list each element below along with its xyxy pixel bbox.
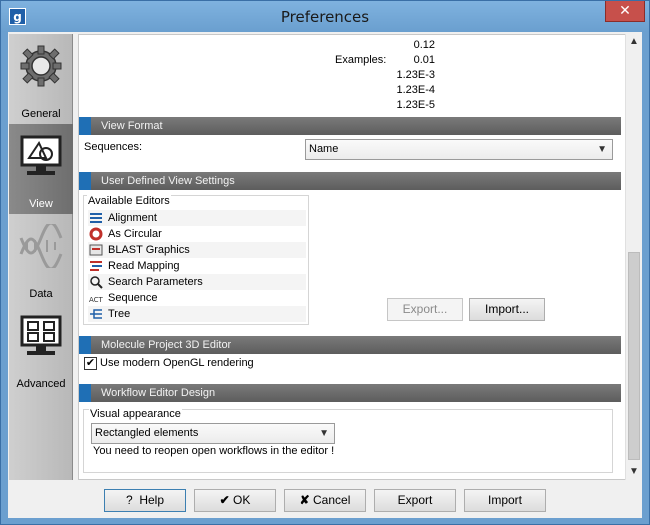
import-button[interactable]: Import bbox=[464, 489, 546, 512]
import-editor-button[interactable]: Import... bbox=[469, 298, 545, 321]
scroll-down-icon[interactable]: ▼ bbox=[626, 464, 642, 480]
circular-icon bbox=[89, 227, 103, 241]
export-button[interactable]: Export bbox=[374, 489, 456, 512]
vertical-scrollbar[interactable]: ▲ ▼ bbox=[625, 34, 642, 480]
opengl-label: Use modern OpenGL rendering bbox=[100, 357, 254, 369]
settings-panel: 0.12 Examples: 0.01 1.23E-3 1.23E-4 1.23… bbox=[78, 34, 626, 480]
section-header-user-defined: User Defined View Settings bbox=[79, 172, 621, 190]
chevron-down-icon: ▼ bbox=[597, 144, 607, 155]
checkmark-icon: ✔ bbox=[219, 493, 230, 507]
read-mapping-icon bbox=[90, 261, 102, 271]
cancel-button[interactable]: ✘ Cancel bbox=[284, 489, 366, 512]
sidebar-item-general[interactable]: General bbox=[9, 34, 73, 124]
list-item[interactable]: Read Mapping bbox=[88, 258, 306, 274]
sidebar-item-label: General bbox=[21, 108, 61, 120]
sequences-dropdown[interactable]: Name ▼ bbox=[305, 139, 613, 160]
workflow-note: You need to reopen open workflows in the… bbox=[93, 445, 335, 457]
help-icon: ? bbox=[125, 493, 133, 507]
ok-button[interactable]: ✔ OK bbox=[194, 489, 276, 512]
chevron-down-icon: ▼ bbox=[319, 428, 329, 439]
section-header-molecule: Molecule Project 3D Editor bbox=[79, 336, 621, 354]
list-item[interactable]: BLAST Graphics bbox=[88, 242, 306, 258]
category-sidebar: General View Data Advanced bbox=[9, 34, 73, 480]
section-header-workflow: Workflow Editor Design bbox=[79, 384, 621, 402]
scroll-up-icon[interactable]: ▲ bbox=[626, 34, 642, 50]
window-title: Preferences bbox=[280, 8, 370, 26]
alignment-icon bbox=[90, 213, 102, 223]
close-button[interactable]: ✕ bbox=[605, 1, 645, 22]
section-header-view-format: View Format bbox=[79, 117, 621, 135]
list-item[interactable]: Alignment bbox=[88, 210, 306, 226]
available-editors-label: Available Editors bbox=[87, 195, 171, 207]
example-number: 1.23E-4 bbox=[396, 84, 435, 96]
example-number: 0.12 bbox=[413, 39, 435, 51]
list-item[interactable]: Tree bbox=[88, 306, 306, 322]
search-icon bbox=[90, 276, 103, 289]
sidebar-item-label: Advanced bbox=[16, 378, 66, 390]
dna-icon bbox=[19, 224, 63, 268]
gear-icon bbox=[20, 45, 62, 87]
preferences-window: g Preferences ✕ General View Data Advanc… bbox=[0, 0, 650, 525]
cancel-icon: ✘ bbox=[299, 493, 310, 507]
sequences-label: Sequences: bbox=[84, 141, 143, 153]
sequence-icon: ACT bbox=[89, 296, 103, 304]
export-editor-button[interactable]: Export... bbox=[387, 298, 463, 321]
sidebar-item-data[interactable]: Data bbox=[9, 214, 73, 304]
available-editors-group: Available Editors Alignment As Circular … bbox=[83, 195, 309, 325]
example-number: 1.23E-3 bbox=[396, 69, 435, 81]
sidebar-item-label: View bbox=[29, 198, 53, 210]
blast-icon bbox=[89, 244, 103, 256]
scroll-thumb[interactable] bbox=[628, 252, 640, 460]
help-button[interactable]: ? Help bbox=[104, 489, 186, 512]
visual-appearance-label: Visual appearance bbox=[89, 408, 182, 420]
example-number: 0.01 bbox=[413, 54, 435, 66]
visual-appearance-dropdown[interactable]: Rectangled elements ▼ bbox=[91, 423, 335, 444]
list-item[interactable]: ACT Sequence bbox=[88, 290, 306, 306]
client-area: General View Data Advanced 0.12 Examples… bbox=[8, 32, 642, 518]
sidebar-item-advanced[interactable]: Advanced bbox=[9, 304, 73, 394]
example-number: 1.23E-5 bbox=[396, 99, 435, 111]
list-item[interactable]: As Circular bbox=[88, 226, 306, 242]
tree-icon bbox=[90, 309, 102, 319]
sidebar-item-view[interactable]: View bbox=[9, 124, 73, 214]
list-item[interactable]: Search Parameters bbox=[88, 274, 306, 290]
view-icon bbox=[20, 135, 62, 175]
examples-label: Examples: bbox=[335, 54, 387, 66]
sidebar-item-label: Data bbox=[29, 288, 53, 300]
advanced-icon bbox=[20, 315, 62, 355]
title-bar[interactable]: g Preferences ✕ bbox=[1, 1, 649, 32]
svg-text:ACT: ACT bbox=[89, 296, 103, 304]
editors-list: Alignment As Circular BLAST Graphics Rea… bbox=[88, 210, 306, 322]
opengl-checkbox[interactable]: ✔ bbox=[84, 357, 97, 370]
